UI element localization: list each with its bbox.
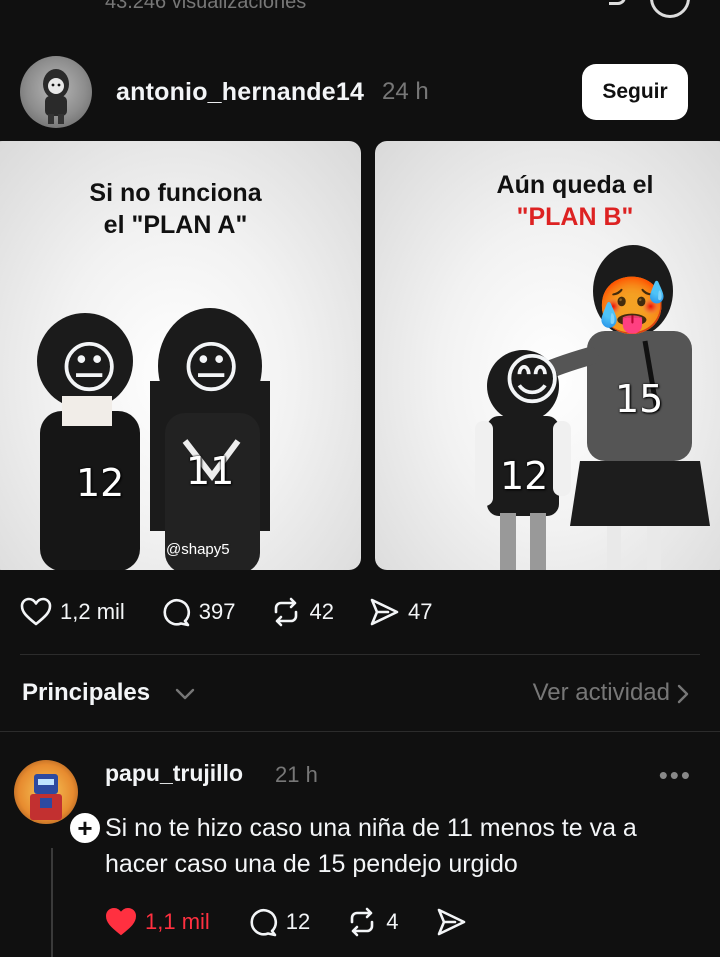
like-button[interactable]: 1,2 mil — [20, 597, 125, 627]
comment-reply-button[interactable]: 12 — [246, 906, 310, 938]
age-label-girl: 15 — [615, 377, 664, 421]
age-label-boy: 12 — [500, 454, 549, 498]
neutral-face-emoji-icon: 😐 — [182, 336, 241, 401]
hot-face-emoji-icon: 🥵 — [597, 274, 667, 339]
repost-icon — [350, 907, 374, 937]
view-activity-link[interactable]: Ver actividad — [533, 679, 670, 707]
post-time: 24 h — [382, 78, 429, 105]
heart-filled-icon — [105, 907, 137, 936]
sort-dropdown[interactable]: Principales — [22, 679, 150, 707]
repost-button[interactable]: 42 — [270, 596, 334, 628]
comment-count: 397 — [198, 599, 236, 624]
smiling-blushing-emoji-icon: 😊 — [503, 348, 562, 413]
share-icon[interactable] — [609, 0, 626, 5]
more-options-icon[interactable] — [650, 0, 690, 18]
repost-icon — [274, 597, 297, 627]
share-button[interactable]: 47 — [368, 596, 432, 628]
robot-avatar-icon — [30, 774, 62, 820]
post-header: antonio_hernande14 24 h Seguir — [20, 56, 700, 128]
comment-time: 21 h — [275, 762, 318, 787]
comment-reply-count: 12 — [285, 909, 311, 934]
plus-icon[interactable]: + — [67, 810, 103, 846]
top-icons — [609, 0, 690, 18]
comment-repost-button[interactable]: 4 — [346, 906, 399, 938]
comment-action-bar: 1,1 mil 12 4 — [105, 906, 511, 938]
post-username[interactable]: antonio_hernande14 — [116, 78, 364, 107]
avatar[interactable] — [20, 56, 92, 128]
comment-icon — [250, 908, 277, 937]
sort-row: Principales Ver actividad — [22, 675, 692, 713]
divider — [0, 731, 720, 732]
more-icon[interactable]: ••• — [659, 760, 692, 791]
comment-like-button[interactable]: 1,1 mil — [105, 907, 210, 937]
chevron-right-icon[interactable] — [676, 683, 690, 705]
repost-count: 42 — [309, 599, 334, 624]
like-count: 1,2 mil — [60, 599, 125, 624]
neutral-face-emoji-icon: 😐 — [60, 336, 119, 401]
follow-button[interactable]: Seguir — [582, 64, 688, 120]
comment-icon — [163, 598, 190, 627]
age-label-boy: 12 — [76, 461, 125, 505]
watermark: @shapy5 — [166, 541, 230, 558]
post-image-left[interactable]: Si no funciona el "PLAN A" 😐 😐 12 11 @sh… — [0, 141, 361, 570]
post-action-bar: 1,2 mil 397 42 47 — [20, 592, 466, 632]
heart-icon — [20, 597, 52, 626]
age-label-girl: 11 — [186, 449, 235, 493]
comment-avatar[interactable] — [14, 760, 78, 824]
characters-illustration — [37, 308, 270, 570]
chevron-down-icon[interactable] — [174, 683, 196, 705]
thread-page: 43.246 visualizaciones antonio_hernande1… — [0, 0, 720, 957]
comment-text: Si no te hizo caso una niña de 11 menos … — [105, 814, 637, 878]
share-count: 47 — [408, 599, 433, 624]
comment-like-count: 1,1 mil — [145, 909, 210, 934]
send-icon — [370, 598, 399, 626]
comment-username[interactable]: papu_trujillo — [105, 760, 243, 787]
thread-line — [51, 848, 53, 957]
post-image-right[interactable]: Aún queda el "PLAN B" 😊 🥵 12 15 — [375, 141, 720, 570]
divider — [20, 654, 700, 655]
views-count: 43.246 visualizaciones — [105, 0, 307, 13]
comment-button[interactable]: 397 — [159, 596, 236, 628]
send-icon — [437, 908, 465, 936]
comment-share-button[interactable] — [435, 906, 475, 938]
avatar-figure-icon — [43, 69, 69, 124]
comment-repost-count: 4 — [386, 909, 399, 934]
